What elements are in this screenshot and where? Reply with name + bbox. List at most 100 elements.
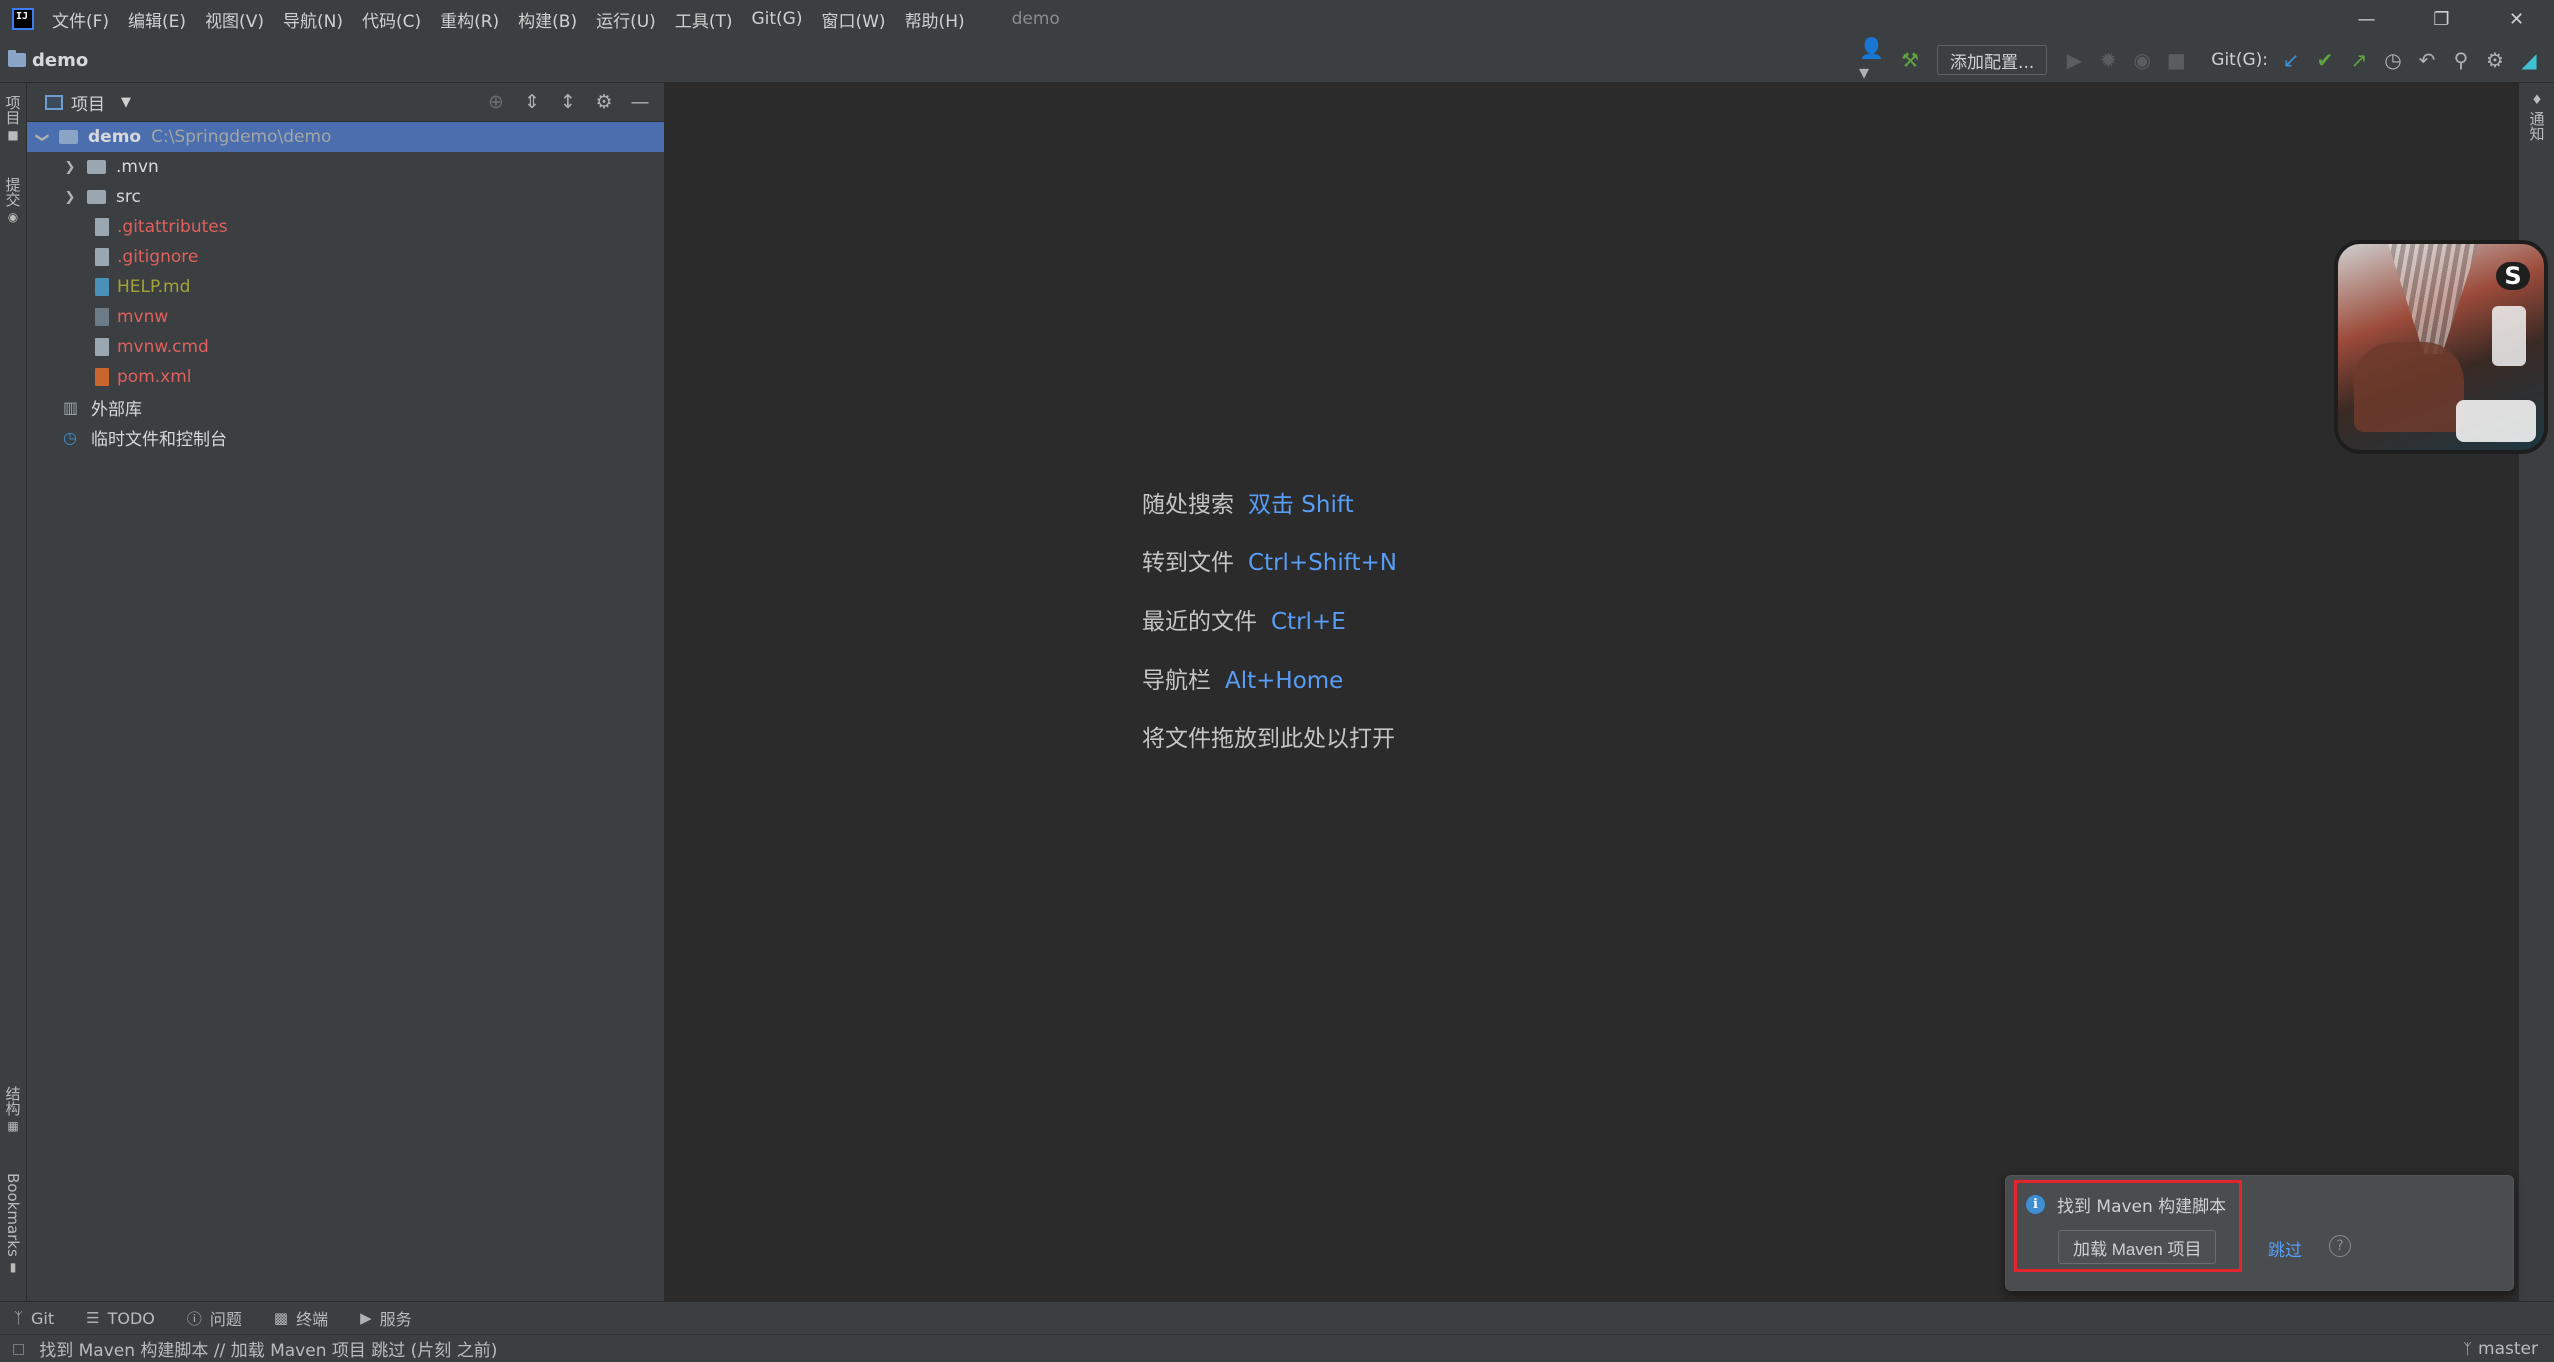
hint-go-to-file: 转到文件 Ctrl+Shift+N	[1142, 550, 1397, 576]
git-rollback-icon[interactable]: ↶	[2410, 43, 2444, 77]
hint-search-everywhere: 随处搜索 双击 Shift	[1142, 492, 1354, 518]
folder-icon	[87, 160, 106, 174]
skip-link[interactable]: 跳过	[2268, 1236, 2302, 1261]
todo-list-icon: ☰	[86, 1309, 100, 1327]
git-history-icon[interactable]: ◷	[2376, 43, 2410, 77]
plugin-logo-icon[interactable]: ◢	[2512, 43, 2546, 77]
bottom-tool-strip: ᛉ Git ☰ TODO ⓘ 问题 ▩ 终端 ▶ 服务	[0, 1301, 2554, 1334]
breadcrumb-project[interactable]: demo	[32, 50, 88, 71]
coverage-icon[interactable]: ◉	[2125, 43, 2159, 77]
chevron-down-icon[interactable]: ❯	[35, 130, 50, 144]
tree-file-gitattributes[interactable]: .gitattributes	[27, 212, 664, 242]
debug-icon[interactable]: ✹	[2091, 43, 2125, 77]
project-tool-window: 项目 ▼ ⊕ ⇕ ↕ ⚙ — ❯ demo C:\Springdemo\demo…	[27, 83, 665, 1301]
gear-icon[interactable]: ⚙	[586, 84, 622, 120]
tree-file-pom-xml[interactable]: pom.xml	[27, 362, 664, 392]
navigation-bar: demo 👤▾ ⚒ 添加配置... ▶ ✹ ◉ ■ Git(G): ↙ ✔ ↗ …	[0, 36, 2554, 84]
expand-all-icon[interactable]: ⇕	[514, 84, 550, 120]
floating-avatar-image[interactable]: S	[2334, 240, 2548, 454]
locate-file-icon[interactable]: ⊕	[478, 84, 514, 120]
stop-icon[interactable]: ■	[2159, 43, 2193, 77]
menu-navigate[interactable]: 导航(N)	[283, 7, 343, 32]
status-message[interactable]: 找到 Maven 构建脚本 // 加载 Maven 项目 跳过 (片刻 之前)	[39, 1336, 497, 1361]
library-icon: ▥	[63, 397, 79, 417]
chevron-right-icon[interactable]: ❯	[63, 160, 77, 175]
menu-view[interactable]: 视图(V)	[205, 7, 264, 32]
tree-file-mvnw-cmd[interactable]: mvnw.cmd	[27, 332, 664, 362]
minimize-button[interactable]: —	[2329, 0, 2404, 38]
git-commit-icon[interactable]: ✔	[2308, 43, 2342, 77]
menu-file[interactable]: 文件(F)	[52, 7, 109, 32]
git-branch-icon: ᛉ	[2463, 1339, 2473, 1358]
services-play-icon: ▶	[360, 1309, 372, 1327]
status-toggle-icon[interactable]: □	[12, 1341, 25, 1357]
menu-run[interactable]: 运行(U)	[596, 7, 656, 32]
s-logo-icon: S	[2496, 262, 2530, 290]
project-tool-tab[interactable]: 项目 ■	[0, 95, 26, 142]
menu-tools[interactable]: 工具(T)	[675, 7, 733, 32]
build-hammer-icon[interactable]: ⚒	[1893, 43, 1927, 77]
left-tool-strip: 项目 ■ 提交 ◉ 结构 ▦ Bookmarks ▮	[0, 83, 27, 1301]
structure-tool-tab[interactable]: 结构 ▦	[0, 1086, 26, 1133]
menu-window[interactable]: 窗口(W)	[821, 7, 885, 32]
tree-file-gitignore[interactable]: .gitignore	[27, 242, 664, 272]
tree-root-demo[interactable]: ❯ demo C:\Springdemo\demo	[27, 122, 664, 152]
project-panel-header: 项目 ▼ ⊕ ⇕ ↕ ⚙ —	[27, 83, 664, 122]
tree-folder-mvn[interactable]: ❯ .mvn	[27, 152, 664, 182]
folder-icon	[87, 190, 106, 204]
terminal-icon: ▩	[273, 1309, 289, 1327]
project-tree: ❯ demo C:\Springdemo\demo ❯ .mvn ❯ src .…	[27, 122, 664, 452]
menu-git[interactable]: Git(G)	[751, 9, 802, 29]
menu-refactor[interactable]: 重构(R)	[440, 7, 499, 32]
collapse-all-icon[interactable]: ↕	[550, 84, 586, 120]
load-maven-project-button[interactable]: 加载 Maven 项目	[2058, 1230, 2217, 1264]
run-icon[interactable]: ▶	[2057, 43, 2091, 77]
git-update-icon[interactable]: ↙	[2274, 43, 2308, 77]
intellij-logo-icon: IJ	[12, 8, 34, 30]
menu-edit[interactable]: 编辑(E)	[128, 7, 186, 32]
notifications-tool-tab[interactable]: ♦ 通知	[2524, 93, 2550, 141]
tree-scratches-consoles[interactable]: ◷ 临时文件和控制台	[27, 422, 664, 452]
maven-notification-balloon: i 找到 Maven 构建脚本 加载 Maven 项目 跳过 ?	[2005, 1175, 2514, 1291]
project-view-selector[interactable]: 项目 ▼	[45, 90, 131, 115]
hint-drop-files: 将文件拖放到此处以打开	[1142, 726, 1395, 752]
hide-panel-icon[interactable]: —	[622, 84, 658, 120]
user-icon[interactable]: 👤▾	[1859, 36, 1893, 84]
problems-icon: ⓘ	[186, 1309, 202, 1328]
hint-navigation-bar: 导航栏 Alt+Home	[1142, 668, 1344, 694]
chevron-right-icon[interactable]: ❯	[63, 190, 77, 205]
tree-external-libraries[interactable]: ▥ 外部库	[27, 392, 664, 422]
bookmarks-tool-tab[interactable]: Bookmarks ▮	[0, 1173, 26, 1274]
tool-tab-problems[interactable]: ⓘ 问题	[187, 1306, 242, 1330]
tree-file-mvnw[interactable]: mvnw	[27, 302, 664, 332]
menu-build[interactable]: 构建(B)	[518, 7, 577, 32]
project-folder-icon	[8, 50, 26, 67]
tool-tab-todo[interactable]: ☰ TODO	[86, 1309, 155, 1328]
ignore-file-icon	[95, 248, 109, 266]
bell-icon: ♦	[2531, 93, 2543, 108]
editor-empty-area[interactable]: 随处搜索 双击 Shift 转到文件 Ctrl+Shift+N 最近的文件 Ctrl+…	[665, 83, 2517, 1301]
hint-recent-files: 最近的文件 Ctrl+E	[1142, 609, 1346, 635]
maven-pom-icon	[95, 368, 109, 386]
tree-file-help-md[interactable]: HELP.md	[27, 272, 664, 302]
close-button[interactable]: ✕	[2479, 0, 2554, 38]
git-push-icon[interactable]: ↗	[2342, 43, 2376, 77]
menu-code[interactable]: 代码(C)	[362, 7, 421, 32]
restore-button[interactable]: ❐	[2404, 0, 2479, 38]
text-file-icon	[95, 218, 109, 236]
git-branch-widget[interactable]: ᛉ master	[2463, 1335, 2538, 1362]
tool-tab-terminal[interactable]: ▩ 终端	[274, 1306, 328, 1330]
settings-gear-icon[interactable]: ⚙	[2478, 43, 2512, 77]
help-icon[interactable]: ?	[2329, 1235, 2351, 1257]
tree-folder-src[interactable]: ❯ src	[27, 182, 664, 212]
bookmark-icon: ▮	[9, 1259, 17, 1274]
search-icon[interactable]: ⚲	[2444, 43, 2478, 77]
project-module-icon	[59, 130, 78, 144]
tool-tab-services[interactable]: ▶ 服务	[360, 1306, 412, 1330]
tool-tab-git[interactable]: ᛉ Git	[14, 1309, 54, 1328]
menu-help[interactable]: 帮助(H)	[905, 7, 965, 32]
commit-icon: ◉	[7, 210, 19, 224]
breadcrumb[interactable]: demo	[8, 50, 88, 71]
commit-tool-tab[interactable]: 提交 ◉	[0, 177, 26, 224]
add-configuration-button[interactable]: 添加配置...	[1937, 45, 2048, 75]
